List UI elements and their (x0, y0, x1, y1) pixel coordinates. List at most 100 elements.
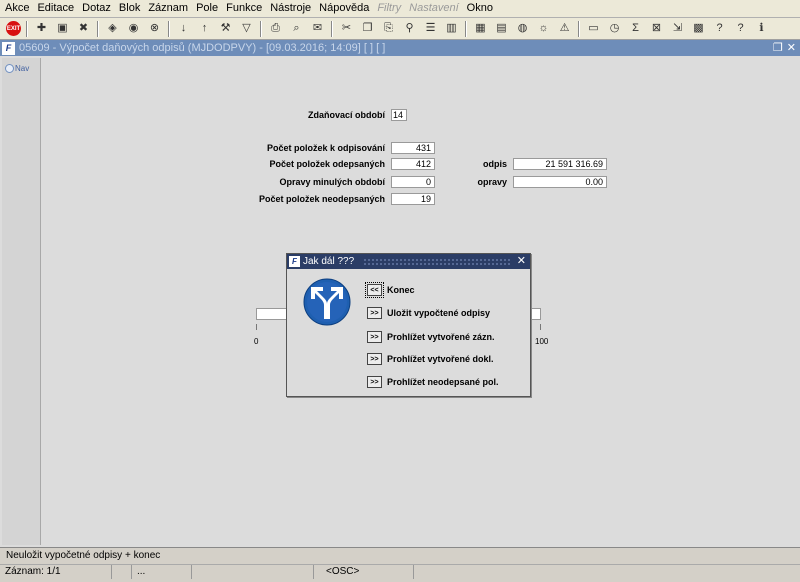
sort-asc-icon[interactable]: ↓ (175, 20, 192, 37)
status-cell-3: ... (132, 565, 192, 579)
close-icon[interactable]: ✕ (787, 41, 796, 54)
print-icon[interactable]: ⎙ (267, 20, 284, 37)
progress-max-label: 100 (535, 337, 549, 346)
save-depreciation-label: Uložit vypočtené odpisy (387, 308, 491, 318)
status-record: Záznam: 1/1 (0, 565, 112, 579)
sum-icon[interactable]: Σ (627, 20, 644, 37)
list-icon[interactable]: ☰ (422, 20, 439, 37)
menu-blok[interactable]: Blok (116, 0, 143, 17)
query-execute-icon[interactable]: ◉ (125, 20, 142, 37)
clock-icon[interactable]: ◷ (606, 20, 623, 37)
view-records-label: Prohlížet vytvořené zázn. (387, 332, 495, 342)
app-logo-icon: F (289, 256, 300, 267)
view-undepreciated-button[interactable]: >> (367, 376, 382, 388)
view-records-button[interactable]: >> (367, 331, 382, 343)
menu-editace[interactable]: Editace (34, 0, 77, 17)
nav-button[interactable]: Nav (5, 64, 40, 73)
corrections-prev-label: Opravy minulých období (279, 177, 385, 187)
menu-bar: Akce Editace Dotaz Blok Záznam Pole Funk… (0, 0, 800, 18)
next-step-dialog: F Jak dál ??? ✕ << Konec >> Uložit vypoč… (286, 253, 531, 397)
dialog-titlebar: F Jak dál ??? ✕ (287, 254, 530, 269)
sun-icon[interactable]: ☼ (535, 20, 552, 37)
count-to-depreciate-field[interactable]: 431 (391, 142, 435, 154)
search-icon[interactable]: ⚲ (401, 20, 418, 37)
progress-tick-min (256, 324, 257, 330)
warning-icon[interactable]: ⚠ (556, 20, 573, 37)
menu-nastaveni: Nastavení (409, 2, 459, 14)
menu-akce[interactable]: Akce (2, 0, 32, 17)
corrections-label: opravy (477, 177, 507, 187)
save-icon[interactable]: ▣ (54, 20, 71, 37)
sort-desc-icon[interactable]: ↑ (196, 20, 213, 37)
wrench-icon[interactable]: ⚒ (217, 20, 234, 37)
view-documents-label: Prohlížet vytvořené dokl. (387, 354, 494, 364)
context-help-icon[interactable]: ? (732, 20, 749, 37)
mail-icon[interactable]: ✉ (309, 20, 326, 37)
option-view-records: >> Prohlížet vytvořené zázn. (367, 331, 495, 343)
period-label: Zdaňovací období (307, 110, 385, 120)
toolbar-separator (97, 20, 99, 37)
menu-dotaz[interactable]: Dotaz (79, 0, 114, 17)
insert-record-icon[interactable]: ✚ (33, 20, 50, 37)
window-title: 05609 - Výpočet daňových odpisů (MJDODPV… (19, 42, 386, 54)
menu-pole[interactable]: Pole (193, 0, 221, 17)
print-preview-icon[interactable]: ⌕ (288, 20, 305, 37)
count-depreciated-field[interactable]: 412 (391, 158, 435, 170)
globe-icon[interactable]: ◍ (514, 20, 531, 37)
status-row: Záznam: 1/1 ... <OSC> (0, 564, 800, 581)
nav-panel: Nav (2, 58, 41, 545)
count-not-depreciated-label: Počet položek neodepsaných (258, 194, 385, 204)
cut-icon[interactable]: ✂ (338, 20, 355, 37)
count-not-depreciated-field[interactable]: 19 (391, 193, 435, 205)
toolbar-separator (578, 20, 580, 37)
view-documents-button[interactable]: >> (367, 353, 382, 365)
toolbar-separator (26, 20, 28, 37)
paste-icon[interactable]: ⎘ (380, 20, 397, 37)
status-cell-4 (192, 565, 314, 579)
menu-filtry: Filtry (377, 2, 402, 14)
option-end: << Konec (365, 282, 415, 298)
corrections-field[interactable]: 0.00 (513, 176, 607, 188)
count-depreciated-label: Počet položek odepsaných (269, 159, 385, 169)
filter-icon[interactable]: ▽ (238, 20, 255, 37)
corrections-prev-field[interactable]: 0 (391, 176, 435, 188)
menu-funkce[interactable]: Funkce (223, 0, 265, 17)
document-icon[interactable]: ▤ (493, 20, 510, 37)
toolbar-separator (331, 20, 333, 37)
view-undepreciated-label: Prohlížet neodepsané pol. (387, 377, 499, 387)
export-icon[interactable]: ⇲ (669, 20, 686, 37)
fork-direction-icon (303, 278, 351, 326)
exit-icon[interactable]: EXIT (6, 21, 21, 36)
grid-icon[interactable]: ▩ (690, 20, 707, 37)
delete-record-icon[interactable]: ✖ (75, 20, 92, 37)
query-cancel-icon[interactable]: ⊗ (146, 20, 163, 37)
status-cell-6 (414, 565, 800, 579)
status-bar: Neuložit vypočetné odpisy + konec Záznam… (0, 547, 800, 582)
copy-icon[interactable]: ❐ (359, 20, 376, 37)
depreciation-field[interactable]: 21 591 316.69 (513, 158, 607, 170)
excel-icon[interactable]: ⊠ (648, 20, 665, 37)
option-save: >> Uložit vypočtené odpisy (367, 307, 490, 319)
columns-icon[interactable]: ▥ (443, 20, 460, 37)
toolbar-separator (465, 20, 467, 37)
calculator-icon[interactable]: ▦ (472, 20, 489, 37)
end-button[interactable]: << (365, 282, 384, 298)
end-label: Konec (387, 285, 415, 295)
progress-tick-max (540, 324, 541, 330)
menu-zaznam[interactable]: Záznam (145, 0, 191, 17)
form-icon[interactable]: ▭ (585, 20, 602, 37)
option-view-undepreciated: >> Prohlížet neodepsané pol. (367, 376, 499, 388)
toolbar: EXIT ✚ ▣ ✖ ◈ ◉ ⊗ ↓ ↑ ⚒ ▽ ⎙ ⌕ ✉ ✂ ❐ ⎘ ⚲ ☰… (0, 18, 800, 40)
count-to-depreciate-label: Počet položek k odpisování (266, 143, 385, 153)
menu-okno[interactable]: Okno (464, 0, 496, 17)
restore-icon[interactable]: ❐ (773, 41, 783, 54)
progress-min-label: 0 (254, 337, 259, 346)
menu-nastroje[interactable]: Nástroje (267, 0, 314, 17)
save-depreciation-button[interactable]: >> (367, 307, 382, 319)
dialog-close-icon[interactable]: ✕ (517, 254, 526, 269)
period-field[interactable]: 14 (391, 109, 407, 121)
query-enter-icon[interactable]: ◈ (104, 20, 121, 37)
info-icon[interactable]: ℹ (753, 20, 770, 37)
help-icon[interactable]: ? (711, 20, 728, 37)
menu-napoveda[interactable]: Nápověda (316, 0, 372, 17)
